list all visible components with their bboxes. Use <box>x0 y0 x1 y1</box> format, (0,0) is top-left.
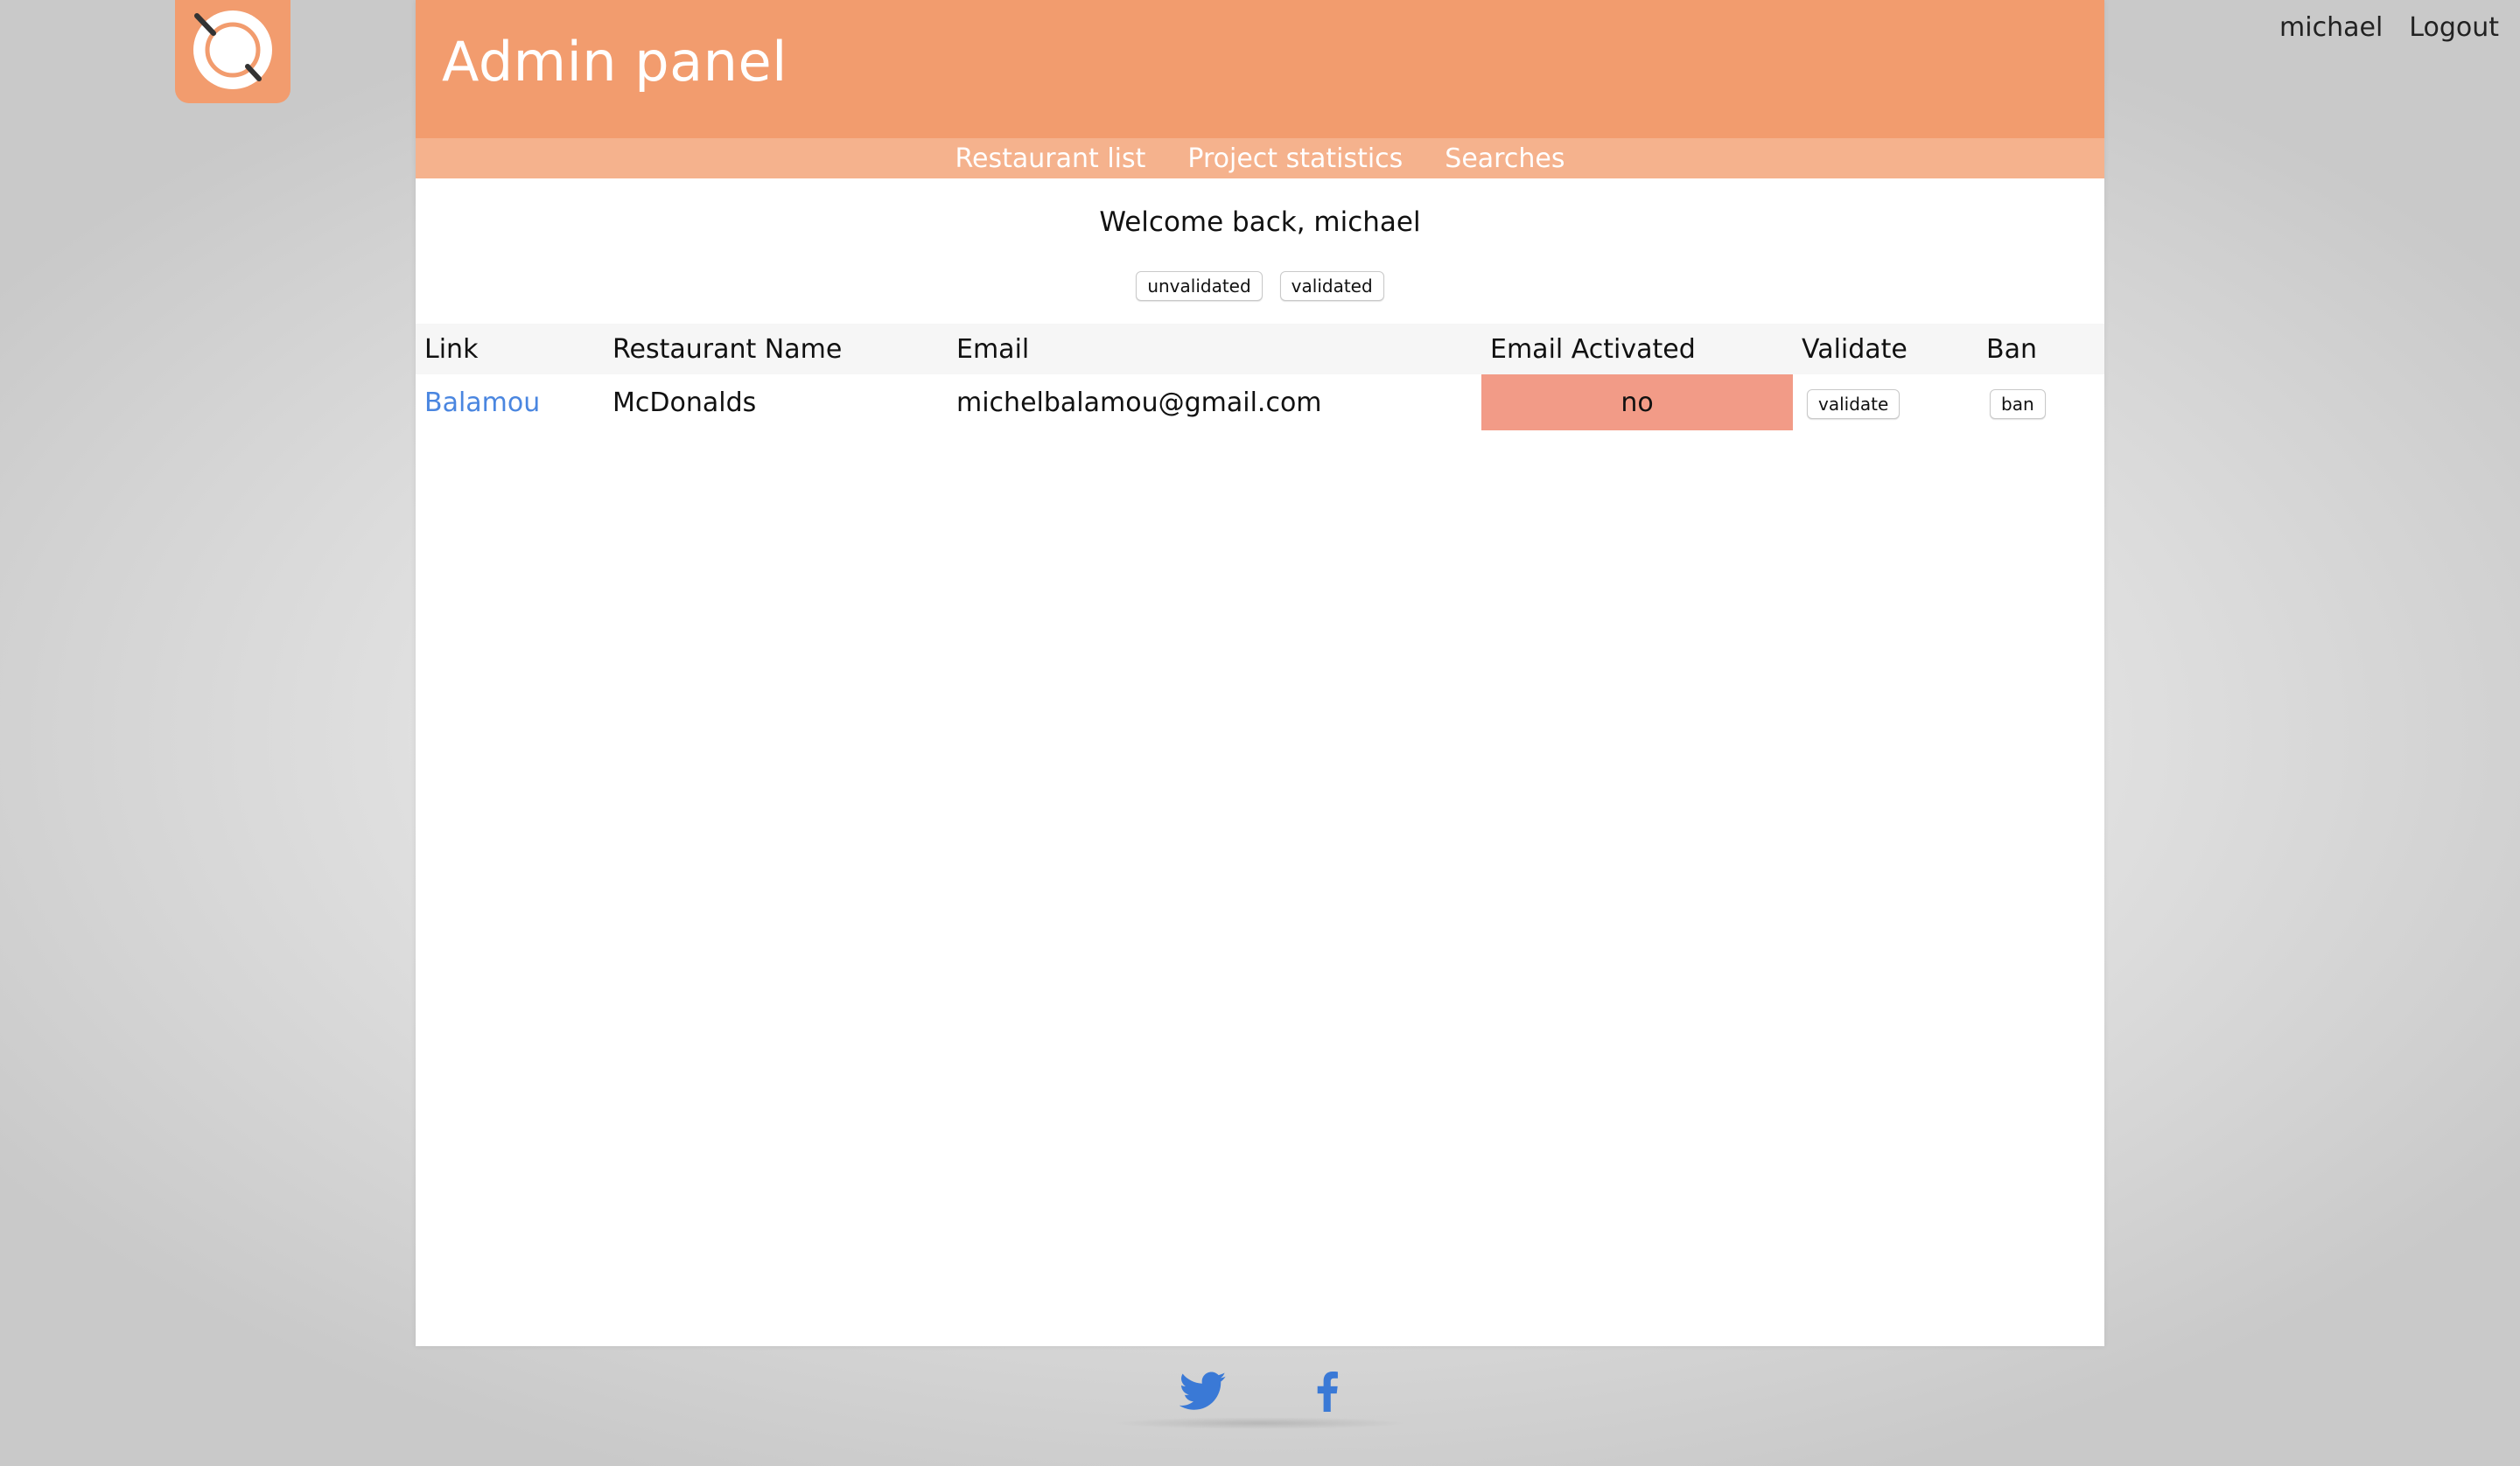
admin-panel: Admin panel Restaurant list Project stat… <box>416 0 2104 1346</box>
facebook-icon[interactable] <box>1314 1372 1340 1412</box>
column-header-email: Email <box>956 333 1030 365</box>
nav-item-restaurant-list[interactable]: Restaurant list <box>956 143 1146 174</box>
filter-buttons: unvalidated validated <box>416 271 2104 301</box>
column-header-ban: Ban <box>1986 333 2037 365</box>
column-header-validate: Validate <box>1802 333 1908 365</box>
user-menu: michael Logout <box>2279 12 2499 43</box>
column-header-restaurant-name: Restaurant Name <box>612 333 843 365</box>
ban-button[interactable]: ban <box>1990 388 2046 419</box>
unvalidated-filter-button[interactable]: unvalidated <box>1136 271 1263 301</box>
cell-link: Balamou <box>416 374 604 430</box>
cell-email: michelbalamou@gmail.com <box>956 387 1322 418</box>
table-row: Balamou McDonalds michelbalamou@gmail.co… <box>416 374 2104 430</box>
twitter-icon[interactable] <box>1180 1372 1227 1412</box>
validated-filter-button[interactable]: validated <box>1279 271 1384 301</box>
header: Admin panel <box>416 0 2104 138</box>
cell-email-activated: no <box>1481 374 1793 430</box>
footer-shadow <box>1111 1417 1409 1429</box>
validate-button[interactable]: validate <box>1807 388 1900 419</box>
magnifier-plate-icon <box>193 10 272 89</box>
table-header-row: Link Restaurant Name Email Email Activat… <box>416 324 2104 374</box>
nav-item-project-statistics[interactable]: Project statistics <box>1187 143 1403 174</box>
restaurant-link[interactable]: Balamou <box>424 387 540 418</box>
app-logo[interactable] <box>175 0 290 103</box>
cell-validate: validate <box>1793 374 1978 430</box>
page-title: Admin panel <box>442 30 788 94</box>
column-header-email-activated: Email Activated <box>1490 333 1696 365</box>
footer <box>0 1372 2520 1412</box>
column-header-link: Link <box>424 333 479 365</box>
logout-link[interactable]: Logout <box>2409 12 2499 43</box>
cell-ban: ban <box>1978 374 2104 430</box>
username[interactable]: michael <box>2279 12 2383 43</box>
welcome-message: Welcome back, michael <box>1099 206 1421 238</box>
cell-restaurant-name: McDonalds <box>612 387 757 418</box>
main-nav: Restaurant list Project statistics Searc… <box>416 138 2104 178</box>
nav-item-searches[interactable]: Searches <box>1445 143 1564 174</box>
restaurant-table: Link Restaurant Name Email Email Activat… <box>416 324 2104 430</box>
